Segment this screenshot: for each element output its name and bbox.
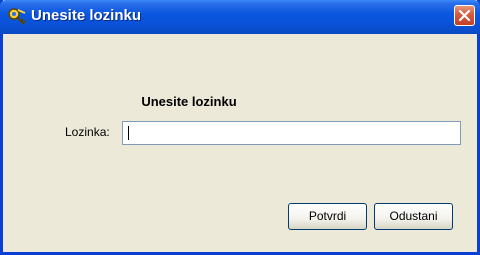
close-icon — [458, 9, 471, 22]
password-label: Lozinka: — [65, 125, 110, 139]
cancel-button[interactable]: Odustani — [374, 203, 453, 230]
key-chain-icon — [7, 7, 27, 27]
dialog-heading-text: Unesite lozinku — [141, 94, 237, 109]
text-caret — [128, 126, 129, 140]
window-title: Unesite lozinku — [31, 7, 142, 24]
close-button[interactable] — [454, 5, 475, 26]
password-input[interactable] — [122, 121, 461, 145]
confirm-button[interactable]: Potvrdi — [288, 203, 367, 230]
dialog-window: Unesite lozinku Unesite lozinku Lozinka:… — [0, 0, 480, 255]
title-bar[interactable]: Unesite lozinku — [0, 0, 480, 34]
dialog-heading: Unesite lozinku — [3, 94, 375, 109]
